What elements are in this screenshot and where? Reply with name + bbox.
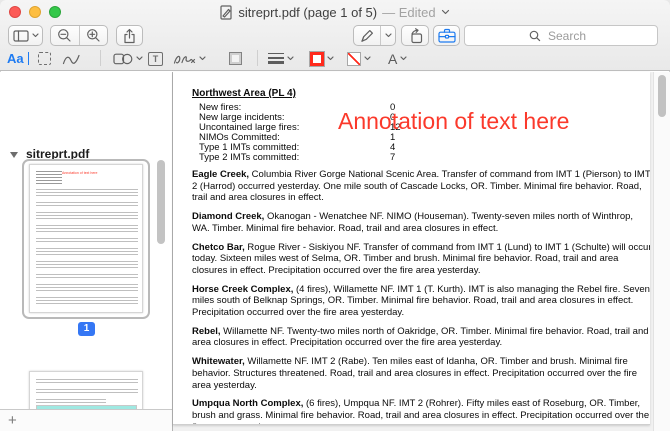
search-input-wrapper — [464, 25, 658, 46]
text-box-tool[interactable]: T — [148, 49, 163, 68]
line-weight-tool[interactable] — [268, 49, 294, 68]
fire-report-paragraph: Diamond Creek, Okanogan - Wenatchee NF. … — [192, 211, 634, 234]
zoom-in-icon — [86, 29, 100, 42]
rotate-left-icon — [410, 27, 422, 43]
fire-report-paragraph: Chetco Bar, Rogue River - Siskiyou NF. T… — [192, 241, 650, 276]
section-heading: Northwest Area (PL 4) — [192, 88, 296, 99]
border-color-tool[interactable] — [310, 49, 334, 68]
page-thumbnail-1[interactable]: Annotation of text here — [29, 164, 143, 313]
toolbox-icon — [437, 28, 456, 43]
fire-report-paragraph: Eagle Creek, Columbia River Gorge Nation… — [192, 169, 650, 204]
sketch-tool[interactable] — [62, 49, 81, 68]
text-selection-icon: Aa — [7, 51, 24, 66]
main-scrollbar-track[interactable] — [653, 72, 670, 431]
sidebar-footer: + — [0, 409, 172, 431]
stat-row: Type 2 IMTs committed: 7 — [192, 153, 650, 163]
main-scrollbar-thumb[interactable] — [658, 75, 666, 117]
share-button[interactable] — [116, 25, 143, 46]
stat-value: 7 — [390, 152, 396, 163]
document-proxy-icon[interactable] — [220, 4, 233, 20]
share-icon — [124, 28, 135, 43]
shapes-tool[interactable] — [113, 49, 143, 68]
text-box-icon: T — [148, 51, 163, 66]
close-button[interactable] — [9, 6, 21, 18]
fire-report-paragraph: Horse Creek Complex, (4 fires), Willamet… — [192, 283, 650, 319]
rotate-button[interactable] — [401, 25, 429, 46]
preview-window: sitreprt.pdf (page 1 of 5) — Edited Sear… — [0, 0, 670, 431]
add-page-button[interactable]: + — [8, 413, 17, 428]
markup-pen-button[interactable] — [354, 26, 380, 45]
marker-pen-icon — [361, 29, 374, 42]
text-style-tool[interactable]: A — [388, 49, 407, 68]
fullscreen-button[interactable] — [49, 6, 61, 18]
chevron-down-icon — [327, 56, 334, 61]
toolbar: sitreprt.pdf (page 1 of 5) — Edited Sear… — [0, 0, 670, 71]
annotation-text[interactable]: Annotation of text here — [338, 108, 569, 135]
view-menu-button[interactable] — [8, 25, 43, 46]
thumbnail-sidebar: sitreprt.pdf Annotation of text here 1 + — [0, 72, 173, 431]
fill-color-tool[interactable] — [347, 49, 371, 68]
window-title-area: sitreprt.pdf (page 1 of 5) — Edited — [120, 4, 550, 20]
border-color-swatch-icon — [310, 51, 324, 66]
chevron-down-icon — [400, 56, 407, 61]
signature-icon — [173, 55, 196, 64]
thumb-annotation-text: Annotation of text here — [62, 171, 98, 175]
fire-report-paragraph: Rebel, Willamette NF. Twenty-two miles n… — [192, 325, 649, 349]
chevron-down-icon — [364, 56, 371, 61]
zoom-out-icon — [58, 29, 71, 42]
window-title: sitreprt.pdf (page 1 of 5) — [238, 4, 378, 20]
text-style-icon: A — [388, 50, 398, 67]
minimize-button[interactable] — [29, 6, 41, 18]
sketch-icon — [62, 54, 80, 64]
markup-pen-dropdown[interactable] — [380, 26, 395, 45]
shapes-icon — [113, 53, 133, 64]
markup-toolbar-toggle-button[interactable] — [433, 25, 460, 46]
chevron-down-icon — [287, 56, 294, 61]
note-icon — [229, 52, 242, 65]
text-cursor-icon — [27, 52, 30, 65]
stat-label: Type 2 IMTs committed: — [199, 152, 300, 163]
zoom-in-button[interactable] — [78, 26, 108, 45]
toolbar-divider — [257, 50, 258, 66]
thumb-stats-lines — [36, 171, 62, 184]
chevron-down-icon — [385, 33, 392, 38]
disclosure-triangle-icon[interactable] — [10, 152, 18, 158]
document-area: Northwest Area (PL 4) New fires: 0 New la… — [173, 72, 670, 431]
chevron-down-icon — [136, 56, 143, 61]
note-tool[interactable] — [229, 49, 242, 68]
fill-color-swatch-icon — [347, 51, 361, 66]
line-weight-icon — [268, 53, 284, 64]
fire-report-paragraph: Whitewater, Willamette NF. IMT 2 (Rabe).… — [192, 356, 637, 391]
rect-selection-tool[interactable] — [38, 49, 51, 68]
chevron-down-icon — [31, 33, 39, 38]
sidebar-view-icon — [12, 29, 29, 42]
selection-rectangle-icon — [38, 52, 51, 65]
zoom-out-button[interactable] — [51, 26, 79, 45]
chevron-down-icon — [199, 56, 206, 61]
markup-pen-button-group — [353, 25, 396, 46]
text-selection-tool[interactable]: Aa — [7, 49, 30, 68]
title-chevron-down-icon[interactable] — [441, 9, 450, 15]
search-input[interactable] — [465, 26, 657, 45]
toolbar-divider — [100, 50, 101, 66]
edited-label: — Edited — [382, 4, 436, 20]
fire-report-paragraph: Umpqua North Complex, (6 fires), Umpqua … — [192, 398, 650, 424]
sidebar-scrollbar[interactable] — [157, 160, 165, 244]
document-page[interactable]: Northwest Area (PL 4) New fires: 0 New la… — [173, 72, 650, 425]
page-number-badge: 1 — [78, 322, 95, 336]
zoom-button-group — [50, 25, 108, 46]
signature-tool[interactable] — [173, 49, 206, 68]
